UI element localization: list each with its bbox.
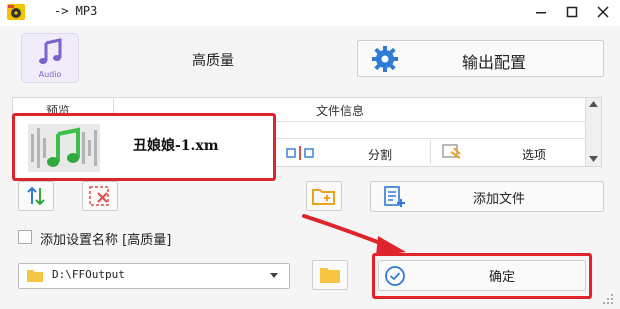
add-name-label: 添加设置名称 [高质量]	[40, 233, 172, 248]
close-icon	[597, 6, 609, 18]
minimize-button[interactable]	[526, 2, 556, 22]
quality-label: 高质量	[192, 53, 234, 69]
add-file-icon	[384, 186, 405, 207]
remove-button[interactable]	[82, 181, 118, 211]
chevron-down-icon[interactable]	[270, 273, 278, 278]
browse-folder-button[interactable]	[312, 260, 348, 290]
action-divider	[430, 140, 431, 164]
scroll-down-icon[interactable]	[589, 156, 598, 162]
music-note-icon	[39, 38, 62, 64]
add-folder-icon	[312, 189, 335, 205]
resize-grip-icon[interactable]	[600, 293, 614, 305]
close-button[interactable]	[588, 2, 618, 22]
gear-icon	[372, 46, 398, 72]
sort-button[interactable]	[18, 181, 54, 211]
remove-file-icon	[89, 186, 109, 206]
audio-file-thumbnail-icon	[28, 124, 100, 172]
maximize-button[interactable]	[557, 2, 587, 22]
add-file-label: 添加文件	[473, 192, 526, 207]
audio-tile-label: Audio	[38, 70, 62, 79]
add-folder-button[interactable]	[306, 181, 342, 211]
confirm-button[interactable]	[378, 260, 586, 291]
options-icon	[442, 144, 461, 159]
annotation-arrow-icon	[302, 214, 406, 256]
file-name: 丑娘娘-1.xm	[133, 138, 219, 154]
scroll-up-icon[interactable]	[589, 101, 598, 107]
confirm-label: 确定	[489, 270, 516, 285]
output-path-value: D:\FFOutput	[52, 268, 125, 281]
options-button[interactable]: 选项	[522, 146, 546, 163]
split-icon	[286, 146, 314, 160]
sort-icon	[27, 186, 45, 206]
split-button[interactable]: 分割	[368, 146, 392, 163]
folder-icon	[27, 270, 43, 282]
add-name-checkbox[interactable]	[18, 230, 32, 244]
output-config-label: 输出配置	[462, 53, 527, 72]
open-folder-icon	[320, 268, 340, 283]
app-logo-icon	[7, 4, 25, 20]
maximize-icon	[566, 6, 578, 18]
column-header-file-info: 文件信息	[316, 104, 365, 118]
window-title: -> MP3	[54, 4, 98, 18]
minimize-icon	[536, 12, 546, 14]
check-circle-icon	[385, 266, 405, 286]
